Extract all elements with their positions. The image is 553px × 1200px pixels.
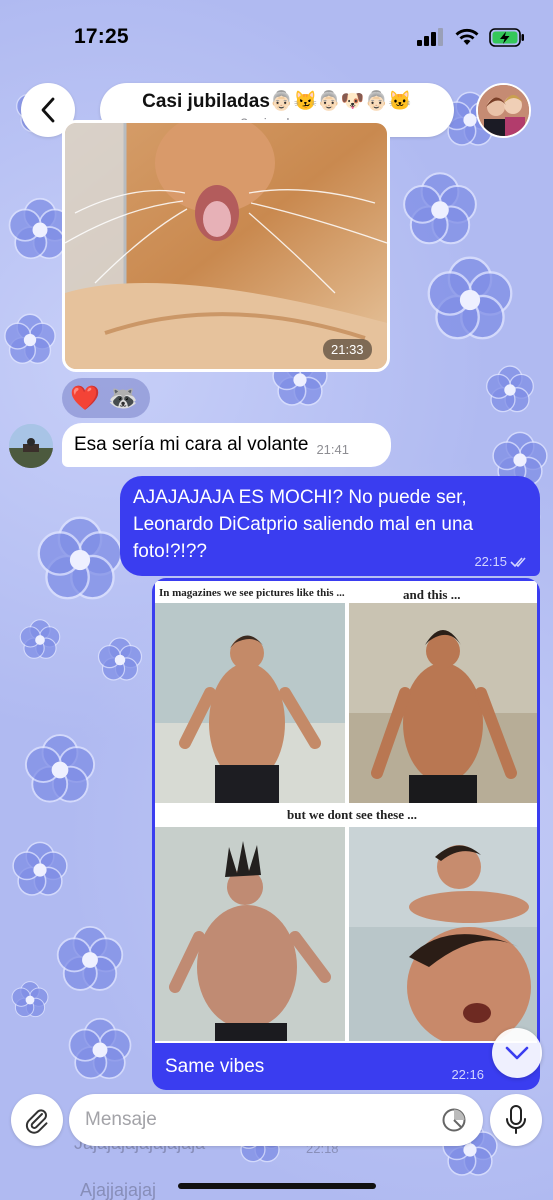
faded-message: Ajajjajajaj: [80, 1180, 157, 1200]
message-timestamp: 21:41: [316, 441, 349, 457]
flower-decoration: [11, 981, 49, 1018]
outgoing-message[interactable]: AJAJAJAJA ES MOCHI? No puede ser, Leonar…: [120, 476, 540, 576]
meme-panel: [349, 603, 537, 803]
photo-message[interactable]: 21:33: [62, 120, 390, 372]
attach-button[interactable]: [11, 1094, 63, 1146]
photo-timestamp: 21:33: [323, 339, 372, 360]
flower-decoration: [427, 256, 513, 340]
flower-decoration: [97, 637, 143, 681]
flower-decoration: [4, 313, 56, 364]
message-input[interactable]: [85, 1109, 441, 1131]
status-icons: [417, 27, 525, 47]
meme-caption: and this ...: [403, 587, 461, 602]
reactions-bar[interactable]: ❤️ 🦝: [62, 378, 150, 418]
meme-panel: [155, 827, 345, 1041]
meme-panel: [155, 603, 345, 803]
signal-icon: [417, 28, 443, 46]
status-bar: 17:25: [0, 0, 553, 74]
flower-decoration: [37, 516, 123, 600]
flower-decoration: [486, 365, 534, 413]
battery-charging-icon: [489, 27, 524, 47]
sender-photo-image: [9, 424, 53, 468]
message-text-line: foto!?!??: [133, 541, 207, 562]
cat-photo-image: [65, 123, 387, 369]
microphone-icon: [506, 1105, 526, 1134]
flower-decoration: [68, 1017, 132, 1080]
heart-reaction[interactable]: ❤️: [68, 381, 102, 415]
meme-panel: [349, 827, 537, 1041]
photo-caption-text: Same vibes: [165, 1056, 265, 1077]
flower-decoration: [56, 925, 124, 991]
scroll-to-bottom-button[interactable]: [492, 1028, 542, 1078]
message-text-line: Leonardo DiCatprio saliendo mal en una: [133, 514, 474, 535]
chat-title: Casi jubiladas👵🏻😼👵🏻🐶👵🏻🐱: [142, 91, 412, 112]
raccoon-reaction[interactable]: 🦝: [106, 381, 140, 415]
message-timestamp: 22:15: [474, 554, 507, 569]
double-check-icon: [510, 556, 526, 567]
flower-decoration: [403, 172, 477, 245]
paperclip-icon: [25, 1109, 48, 1134]
meme-image: In magazines we see pictures like this .…: [155, 581, 537, 1043]
chevron-down-icon: [505, 1046, 529, 1060]
message-input-container[interactable]: [69, 1094, 483, 1146]
microphone-button[interactable]: [490, 1094, 542, 1146]
meme-caption: but we dont see these ...: [287, 807, 417, 822]
meme-caption: In magazines we see pictures like this .…: [159, 587, 345, 599]
sender-avatar[interactable]: [9, 424, 53, 468]
outgoing-photo-message[interactable]: In magazines we see pictures like this .…: [152, 578, 540, 1090]
status-time: 17:25: [74, 25, 129, 48]
flower-decoration: [12, 841, 68, 896]
chevron-left-icon: [41, 97, 55, 123]
message-text: Esa sería mi cara al volante: [74, 434, 309, 455]
flower-decoration: [24, 734, 96, 803]
incoming-message[interactable]: Esa sería mi cara al volante 21:41: [62, 423, 391, 467]
message-meta: 22:15: [474, 554, 530, 569]
flower-decoration: [19, 619, 61, 659]
group-avatar[interactable]: [476, 83, 531, 138]
sticker-icon[interactable]: [441, 1107, 467, 1133]
wifi-icon: [455, 28, 479, 45]
message-text-line: AJAJAJAJA ES MOCHI? No puede ser,: [133, 487, 467, 508]
home-indicator[interactable]: [178, 1183, 376, 1189]
message-timestamp: 22:16: [451, 1067, 484, 1082]
